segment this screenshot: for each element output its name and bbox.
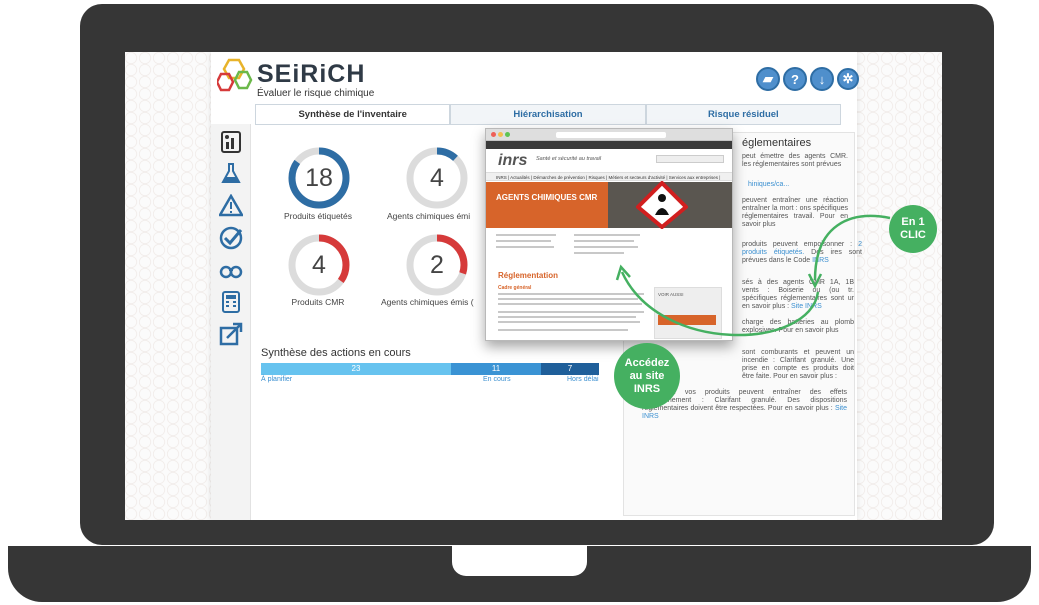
bar-label: En cours <box>483 376 511 383</box>
tab-hierarchisation[interactable]: Hiérarchisation <box>450 104 646 124</box>
section-heading: Réglementation <box>498 271 559 280</box>
actions-bar: 23 11 7 <box>261 363 599 375</box>
bar-label: À planifier <box>261 376 293 383</box>
open-folder-button[interactable]: ▰ <box>756 67 780 91</box>
text-line <box>496 240 551 242</box>
bar-label: Hors délai <box>567 376 599 383</box>
laptop-notch <box>452 546 587 576</box>
callout-line: CLIC <box>900 229 926 241</box>
download-button[interactable]: ↓ <box>810 67 834 91</box>
actions-title: Synthèse des actions en cours <box>261 347 411 359</box>
app-tagline: Évaluer le risque chimique <box>257 88 375 99</box>
sidebar <box>211 124 251 520</box>
checkmark-icon[interactable] <box>219 226 243 250</box>
close-dot-icon <box>491 132 496 137</box>
app-name: SEiRiCH <box>257 60 366 88</box>
panel-text: peut émettre des agents CMR. les régleme… <box>742 153 848 168</box>
callout-line: INRS <box>633 382 661 395</box>
one-click-callout: En 1 CLIC <box>889 205 937 253</box>
download-icon: ↓ <box>818 71 826 87</box>
browser-tab-strip <box>486 141 732 149</box>
inrs-search-input <box>656 155 724 163</box>
export-icon[interactable] <box>219 322 243 346</box>
callout-arrows <box>615 214 891 337</box>
callout-line: En 1 <box>901 216 925 228</box>
callout-line: au site <box>629 369 665 382</box>
gear-icon: ✲ <box>842 71 854 86</box>
help-button[interactable]: ? <box>783 67 807 91</box>
bar-segment-a-planifier[interactable]: 23 <box>261 363 451 375</box>
warning-icon[interactable] <box>219 194 243 218</box>
minimize-dot-icon <box>498 132 503 137</box>
callout-line: Accédez <box>624 356 670 369</box>
browser-toolbar <box>486 129 732 141</box>
flask-icon[interactable] <box>219 162 243 186</box>
gauge-value: 18 <box>305 164 333 192</box>
gauge-label: Agents chimiques émis ( <box>381 297 474 307</box>
tab-risque-residuel[interactable]: Risque résiduel <box>645 104 841 124</box>
text-line <box>496 234 556 236</box>
calculator-icon[interactable] <box>219 290 243 314</box>
tab-bar: Synthèse de l'inventaire Hiérarchisation… <box>255 104 841 125</box>
seirich-logo-icon <box>217 58 253 92</box>
tab-synthese[interactable]: Synthèse de l'inventaire <box>255 104 451 124</box>
panel-title: églementaires <box>742 137 812 149</box>
gauge-value: 2 <box>430 251 444 279</box>
gauge-value: 4 <box>312 251 326 279</box>
bar-segment-en-cours[interactable]: 11 <box>451 363 541 375</box>
folder-icon: ▰ <box>763 71 773 86</box>
text-line <box>496 246 554 248</box>
inventory-icon[interactable] <box>219 130 243 154</box>
section-subheading: Cadre général <box>498 285 532 291</box>
question-icon: ? <box>791 71 799 87</box>
address-bar <box>556 132 666 138</box>
access-inrs-callout: Accédez au site INRS <box>614 343 680 409</box>
inrs-logo: inrs <box>498 152 528 169</box>
gauge-value: 4 <box>430 164 444 192</box>
panel-link[interactable]: hiniques/ca... <box>748 181 854 189</box>
settings-button[interactable]: ✲ <box>837 68 859 90</box>
maximize-dot-icon <box>505 132 510 137</box>
banner-title: AGENTS CHIMIQUES CMR <box>496 193 598 202</box>
inrs-nav: INRS | Actualités | Démarches de prévent… <box>486 172 732 189</box>
gauge-label: Produits CMR <box>291 297 345 307</box>
binoculars-icon[interactable] <box>219 258 243 282</box>
gauge-label: Agents chimiques émi <box>387 211 471 221</box>
bar-segment-hors-delai[interactable]: 7 <box>541 363 599 375</box>
inrs-tagline: Santé et sécurité au travail <box>536 156 602 162</box>
gauge-label: Produits étiquetés <box>283 211 353 221</box>
